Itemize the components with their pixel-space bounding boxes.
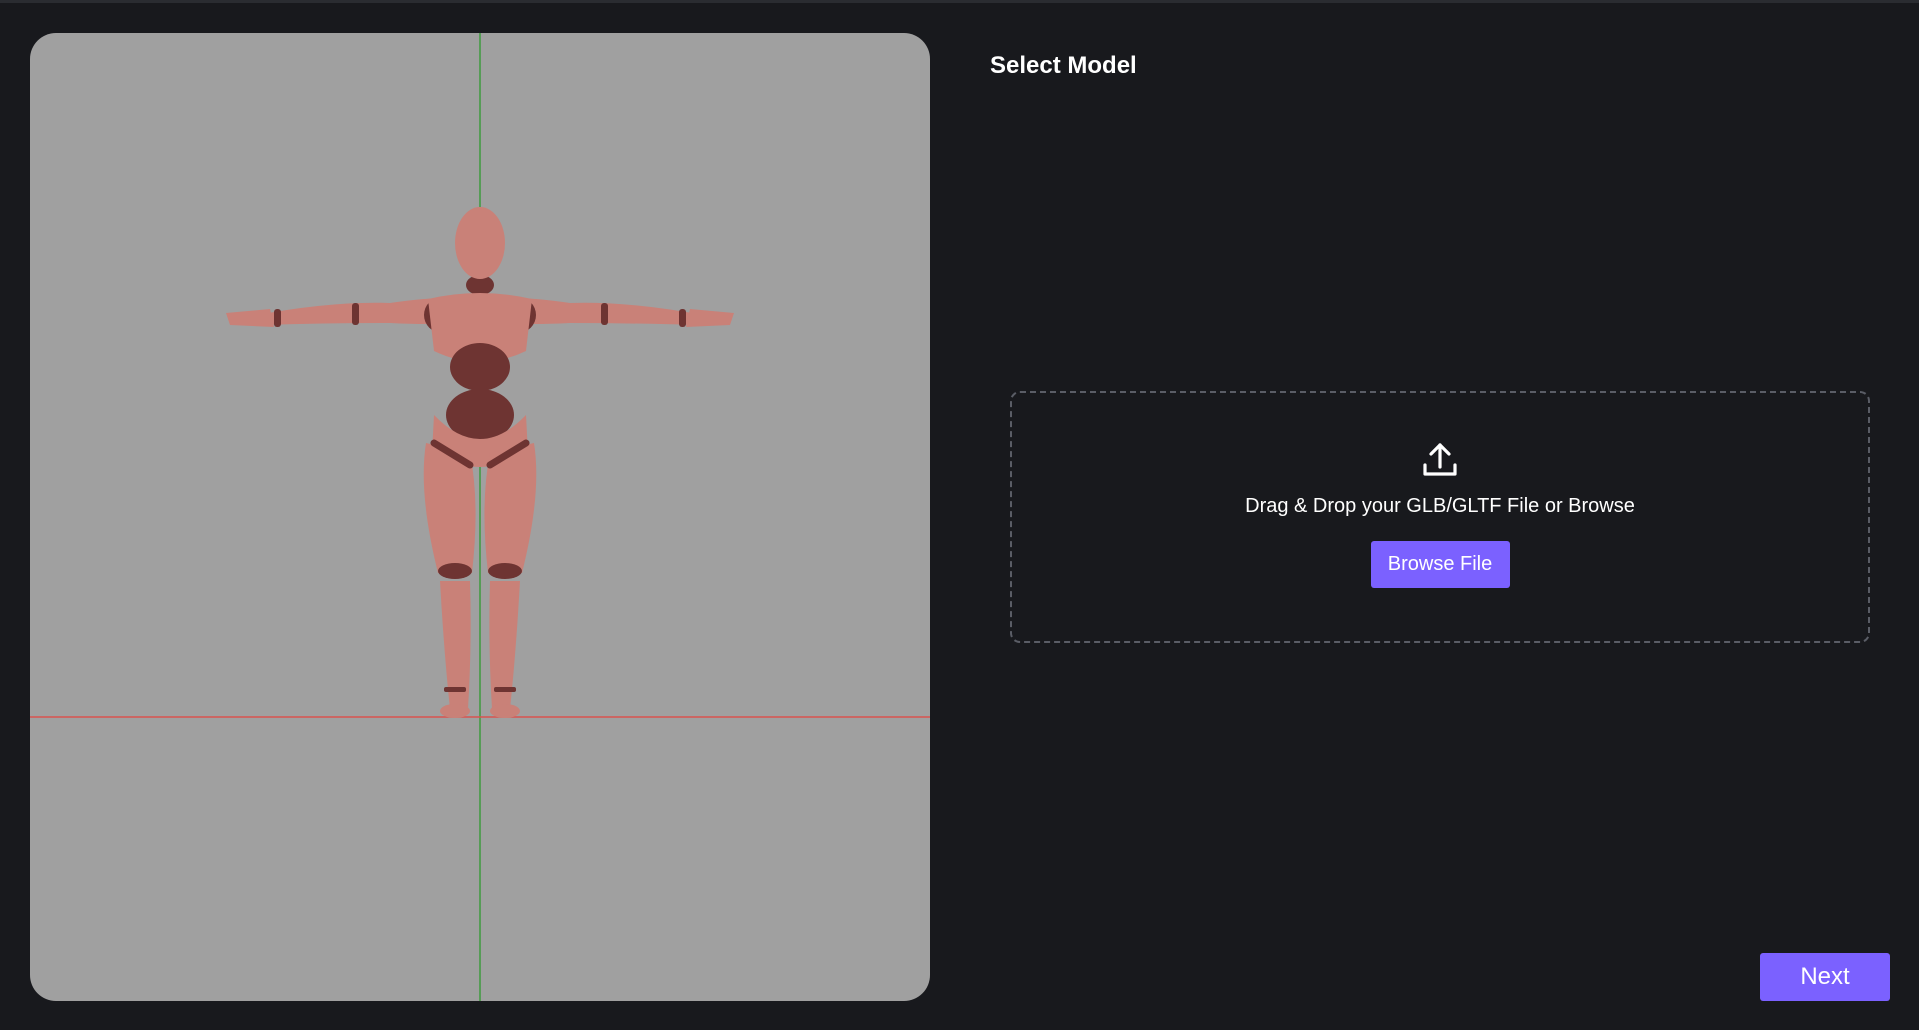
file-dropzone[interactable]: Drag & Drop your GLB/GLTF File or Browse… [1010, 391, 1870, 643]
top-border [0, 0, 1919, 3]
model-viewport[interactable] [30, 33, 930, 1001]
browse-file-button[interactable]: Browse File [1370, 541, 1510, 588]
next-button[interactable]: Next [1760, 953, 1890, 1001]
upload-icon [1423, 443, 1457, 476]
page-title: Select Model [990, 52, 1137, 79]
dropzone-text: Drag & Drop your GLB/GLTF File or Browse [1245, 495, 1635, 517]
viewport-canvas[interactable] [30, 33, 930, 1001]
